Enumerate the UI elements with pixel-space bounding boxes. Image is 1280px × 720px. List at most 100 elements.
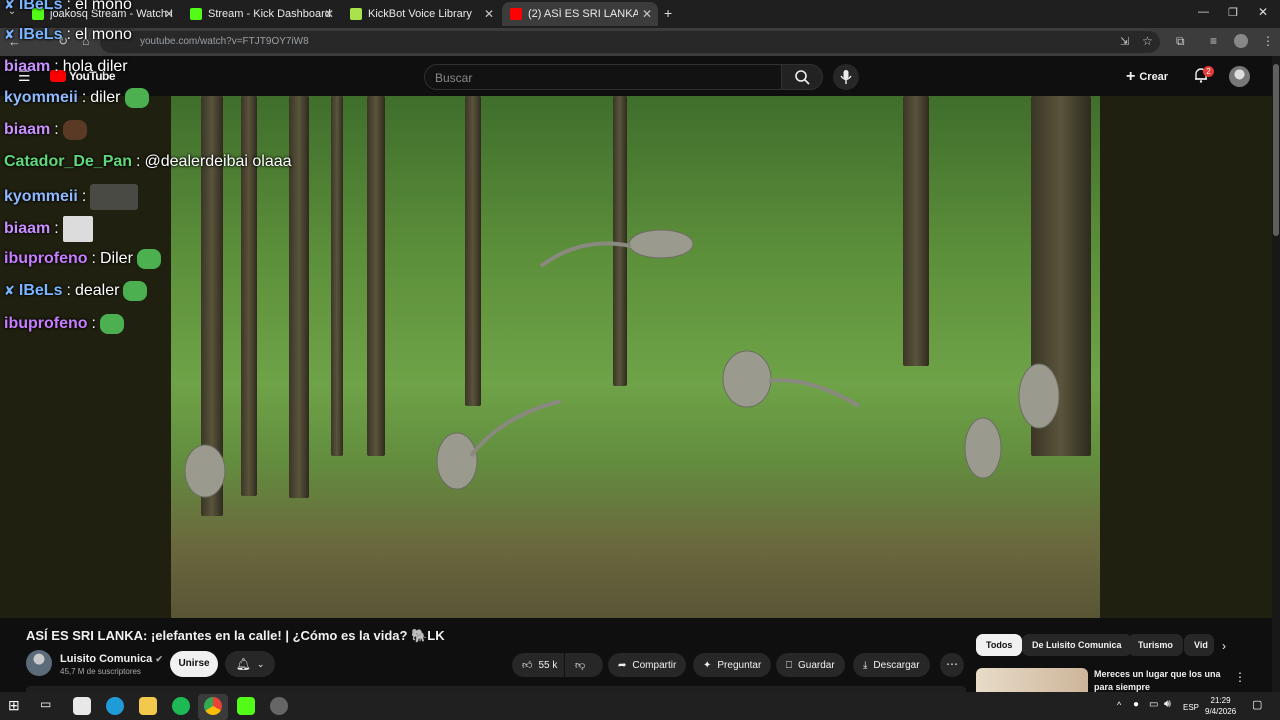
monkey-emote (62, 120, 87, 140)
tab-kickbot-voice[interactable]: KickBot Voice Library ✕ (342, 2, 500, 26)
chat-username[interactable]: IBeLs (19, 282, 63, 300)
tab-label: KickBot Voice Library (368, 8, 472, 20)
bookmark-star-icon[interactable]: ☆ (1142, 34, 1153, 48)
notification-count-badge: 2 (1203, 66, 1214, 77)
chat-message: ibuprofeno: (4, 314, 124, 334)
tab-label: (2) ASÍ ES SRI LANKA: ¡elefa... (528, 8, 638, 20)
recommendation-title[interactable]: Mereces un lugar que los una para siempr… (1094, 668, 1224, 694)
task-view-icon[interactable]: ▭ (40, 697, 58, 715)
chat-username[interactable]: IBeLs (19, 0, 63, 14)
pepe-emote (136, 249, 161, 269)
chat-username[interactable]: ibuprofeno (4, 315, 88, 333)
recommendation-menu-icon[interactable]: ⋮ (1234, 670, 1246, 684)
create-label: Crear (1139, 71, 1169, 83)
share-button[interactable]: ➦ Compartir (608, 653, 687, 677)
input-language[interactable]: ESP (1183, 703, 1199, 712)
chip-channel[interactable]: De Luisito Comunica (1022, 634, 1132, 656)
microphone-icon (840, 70, 852, 84)
chat-text: hola diler (62, 58, 128, 75)
extensions-icon[interactable]: ⧉ (1176, 34, 1185, 49)
clock-date: 9/4/2026 (1205, 707, 1237, 716)
share-icon: ➦ (618, 659, 627, 671)
chat-username[interactable]: kyommeii (4, 89, 78, 107)
menu-kebab-icon[interactable]: ⋮ (1262, 34, 1274, 48)
chat-message: biaam: (4, 120, 87, 140)
close-icon[interactable]: ✕ (484, 7, 494, 21)
tray-chevron-icon[interactable]: ^ (1117, 700, 1121, 710)
chat-separator: : (54, 121, 59, 138)
file-explorer-icon[interactable] (139, 697, 157, 715)
dislike-button[interactable]: 👎︎ (565, 653, 603, 677)
create-button[interactable]: + Crear (1126, 65, 1168, 89)
join-button[interactable]: Unirse (170, 651, 218, 677)
download-button[interactable]: ⤓ Descargar (853, 653, 930, 677)
search-placeholder: Buscar (435, 71, 473, 85)
chevron-right-icon[interactable]: › (1222, 639, 1226, 653)
clock[interactable]: 21:29 9/4/2026 (1205, 695, 1236, 717)
chat-username[interactable]: biaam (4, 121, 50, 139)
kickbot-icon (350, 8, 362, 20)
bookmark-icon: ⎕ (786, 659, 792, 671)
chat-separator: : (66, 0, 71, 13)
volume-icon[interactable]: 🔊︎ (1164, 698, 1171, 711)
voice-search-button[interactable] (833, 64, 859, 90)
obs-icon[interactable] (270, 697, 288, 715)
new-tab-button[interactable]: + (664, 5, 672, 21)
chat-separator: : (91, 315, 96, 332)
chip-turismo[interactable]: Turismo (1128, 634, 1183, 656)
chat-text: Diler (100, 250, 133, 267)
plus-icon: + (1126, 68, 1136, 85)
account-avatar[interactable] (1229, 66, 1250, 87)
search-input[interactable]: Buscar (424, 64, 782, 90)
ask-button[interactable]: ✦ Preguntar (693, 653, 772, 677)
chat-message: ✘ IBeLs: el mono (4, 0, 132, 14)
notification-center-icon[interactable]: ▢ (1252, 698, 1262, 711)
more-actions-button[interactable]: ⋯ (940, 653, 964, 677)
chat-text: el mono (74, 26, 132, 43)
youtube-icon (510, 8, 522, 20)
tab-youtube-video[interactable]: (2) ASÍ ES SRI LANKA: ¡elefa... ✕ (502, 2, 658, 26)
search-button[interactable] (781, 64, 823, 90)
channel-avatar[interactable] (26, 650, 52, 676)
channel-name[interactable]: Luisito Comunica ✔ (60, 653, 163, 665)
subscription-bell-button[interactable]: 🔔︎ ⌄ (225, 651, 275, 677)
subscriber-count: 45,7 M de suscriptores (60, 667, 141, 676)
chat-username[interactable]: ibuprofeno (4, 250, 88, 268)
window-close-icon[interactable]: ✕ (1258, 5, 1268, 19)
chat-username[interactable]: biaam (4, 220, 50, 238)
chat-text: el mono (74, 0, 132, 13)
sparkle-icon: ✦ (703, 659, 712, 671)
save-label: Guardar (798, 659, 835, 671)
sword-badge-icon: ✘ (4, 283, 15, 298)
close-icon[interactable]: ✕ (642, 7, 652, 21)
windows-start-icon[interactable]: ⊞ (8, 697, 26, 715)
meme-emote (62, 216, 93, 242)
chat-username[interactable]: Catador_De_Pan (4, 153, 132, 171)
chip-videos[interactable]: Vid (1184, 634, 1214, 656)
chat-username[interactable]: biaam (4, 58, 50, 76)
chat-username[interactable]: kyommeii (4, 188, 78, 206)
network-icon[interactable]: ▭ (1149, 699, 1158, 710)
recommendation-thumbnail[interactable] (976, 668, 1088, 692)
microphone-tray-icon[interactable]: ● (1133, 699, 1139, 710)
save-button[interactable]: ⎕ Guardar (776, 653, 845, 677)
clock-time: 21:29 (1210, 696, 1231, 705)
profile-avatar[interactable] (1234, 34, 1248, 48)
bell-icon: 🔔︎ (235, 657, 251, 671)
store-icon[interactable] (73, 697, 91, 715)
like-button[interactable]: 👍︎ 55 k (512, 653, 564, 677)
media-control-icon[interactable]: ≡ (1210, 34, 1217, 48)
minimize-icon[interactable]: — (1198, 6, 1209, 18)
chat-username[interactable]: IBeLs (19, 26, 63, 44)
chat-text: dealer (74, 282, 120, 299)
scrollbar-thumb[interactable] (1273, 64, 1279, 236)
install-app-icon[interactable]: ⇲ (1120, 35, 1129, 48)
chat-separator: : (81, 188, 87, 205)
chat-message: kyommeii: (4, 184, 139, 210)
chip-todos[interactable]: Todos (976, 634, 1023, 656)
chat-separator: : (66, 26, 71, 43)
edge-icon[interactable] (106, 697, 124, 715)
kick-icon[interactable] (237, 697, 255, 715)
maximize-icon[interactable]: ❐ (1228, 6, 1238, 19)
spotify-icon[interactable] (172, 697, 190, 715)
